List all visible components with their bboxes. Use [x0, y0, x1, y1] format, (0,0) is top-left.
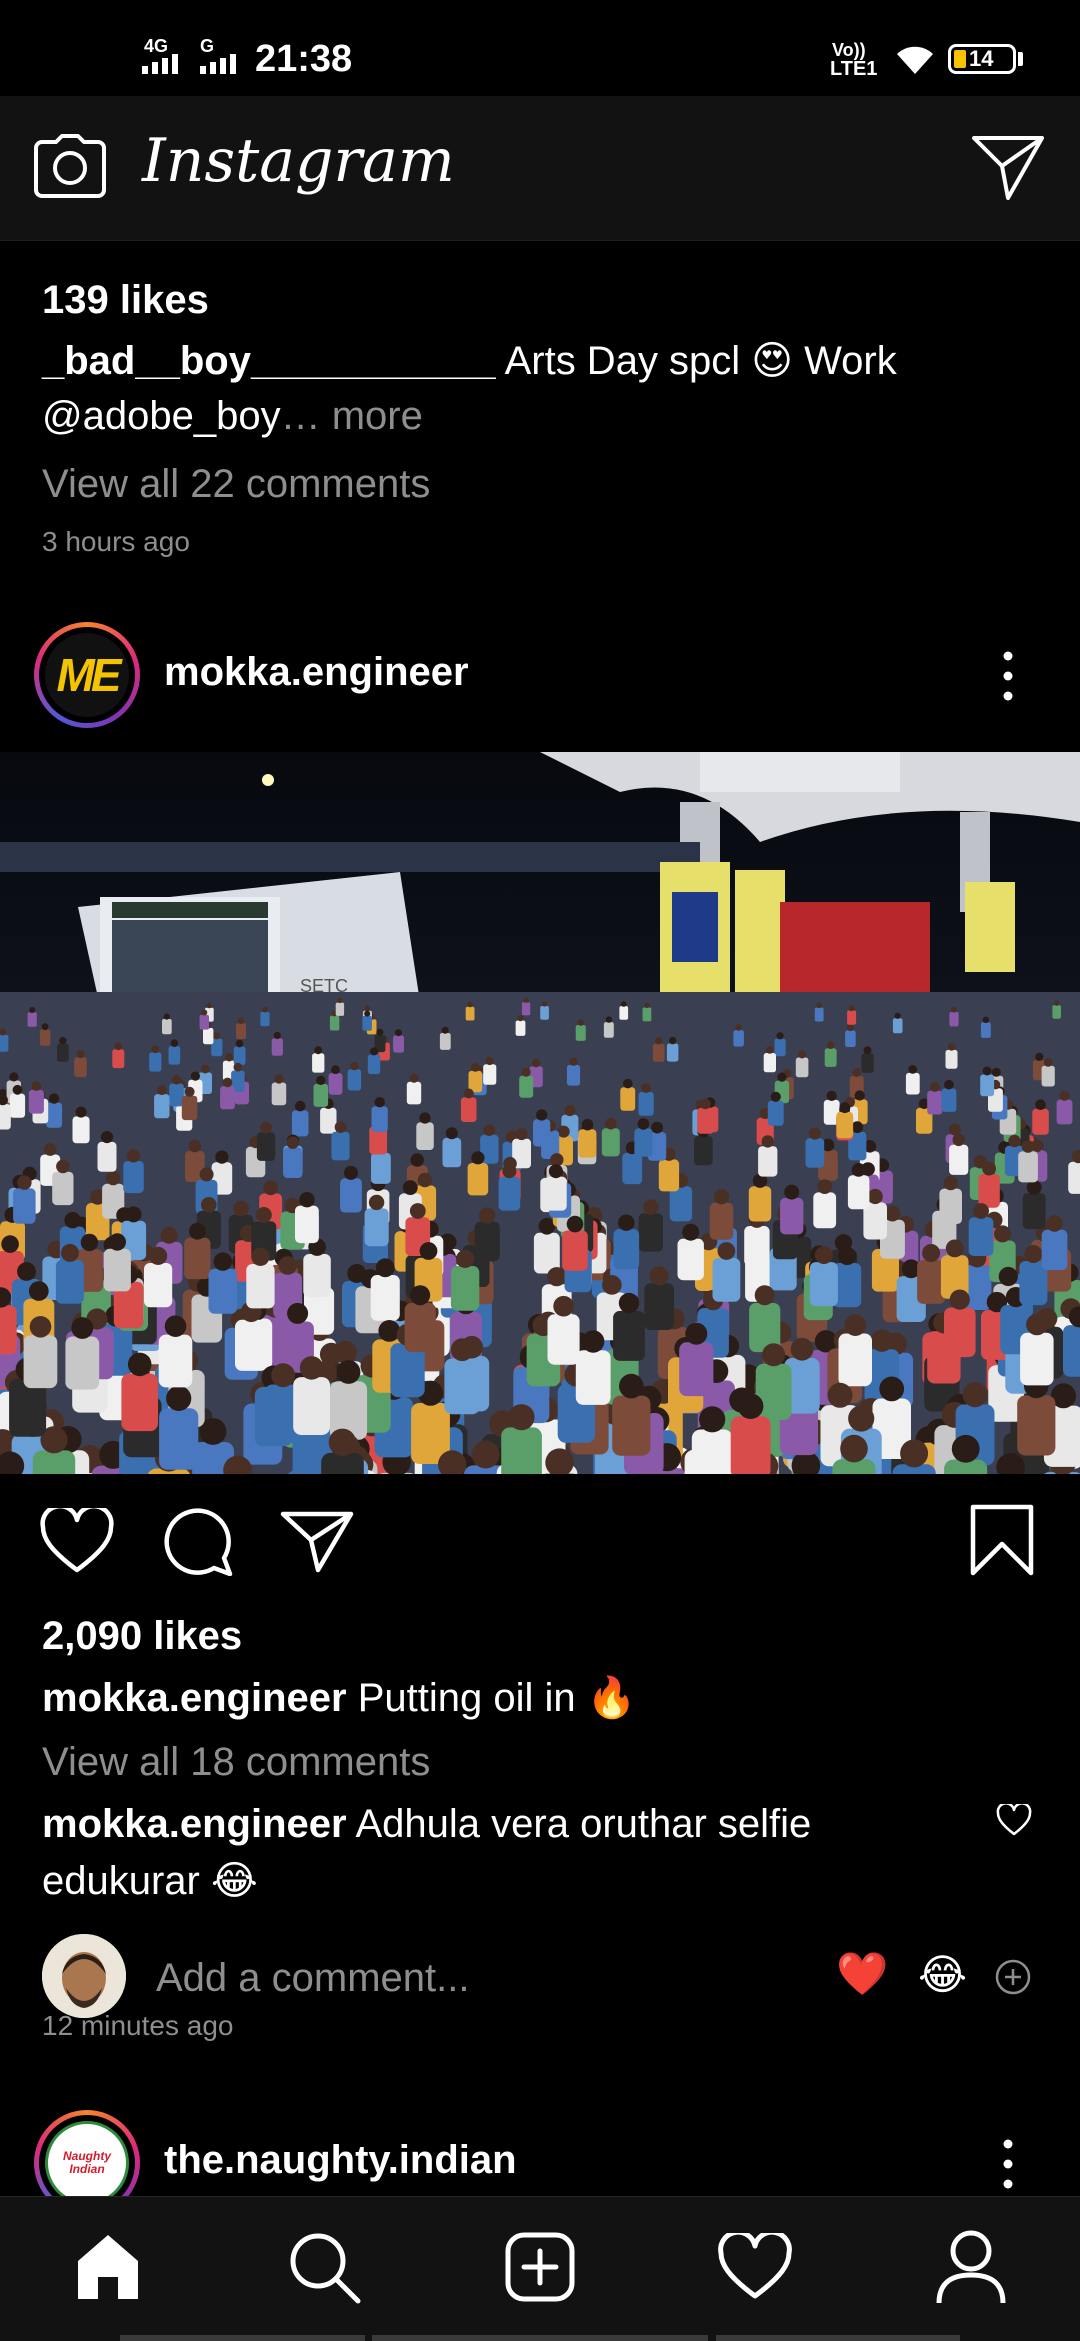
quick-react-heart[interactable]: ❤️	[836, 1950, 888, 1999]
app-title: Instagram	[142, 126, 455, 196]
profile-icon	[934, 2229, 1008, 2305]
wifi-icon	[895, 44, 935, 76]
add-post-icon	[504, 2231, 576, 2303]
post-options-button[interactable]	[996, 648, 1020, 704]
more-reactions-button[interactable]	[994, 1958, 1032, 1996]
save-button[interactable]	[970, 1504, 1034, 1576]
next-post-avatar-logo: Naughty Indian	[62, 2150, 112, 2176]
post-avatar[interactable]: ME	[34, 622, 140, 728]
gesture-bar-segment-3	[716, 2335, 960, 2341]
plus-circle-icon	[994, 1958, 1032, 1996]
prev-post-caption-text: Arts Day spcl 😍 Work	[496, 339, 897, 383]
comment-like-button[interactable]	[996, 1804, 1032, 1836]
nav-profile[interactable]	[934, 2229, 1008, 2305]
next-post-username[interactable]: the.naughty.indian	[164, 2138, 517, 2183]
more-vertical-icon	[996, 648, 1020, 704]
post-caption: mokka.engineer Putting oil in 🔥	[42, 1674, 637, 1721]
gesture-bar-segment-1	[120, 2335, 365, 2341]
prev-post-mention[interactable]: @adobe_boy	[42, 394, 281, 438]
prev-post-more-link[interactable]: … more	[281, 394, 423, 438]
prev-post-username[interactable]: _bad__boy___________	[42, 339, 496, 383]
heart-icon	[40, 1508, 114, 1574]
paper-plane-icon	[970, 132, 1046, 202]
signal-icon-2	[200, 54, 248, 74]
bookmark-icon	[970, 1504, 1034, 1576]
comment-bubble-icon	[162, 1506, 234, 1576]
signal-icon	[142, 54, 190, 74]
battery-icon: 14	[948, 44, 1016, 74]
clock: 21:38	[255, 38, 352, 81]
current-user-avatar	[42, 1934, 126, 2018]
home-icon	[72, 2231, 144, 2303]
nav-home[interactable]	[72, 2231, 144, 2303]
post-avatar-logo: ME	[57, 648, 118, 702]
caption-text: Putting oil in 🔥	[347, 1676, 637, 1720]
status-bar: 4G G 21:38 Vo)) LTE1 14	[0, 0, 1080, 96]
comment-username[interactable]: mokka.engineer	[42, 1802, 347, 1846]
prev-post-likes[interactable]: 139 likes	[42, 278, 209, 323]
paper-plane-icon	[280, 1508, 354, 1574]
prev-post-timestamp: 3 hours ago	[42, 526, 190, 558]
share-button[interactable]	[280, 1508, 354, 1574]
comment-text: Adhula vera oruthar selfie	[347, 1802, 812, 1846]
direct-messages-button[interactable]	[970, 132, 1046, 202]
camera-button[interactable]	[34, 134, 106, 198]
nav-create[interactable]	[504, 2231, 576, 2303]
crowd-photo: SETC	[0, 752, 1080, 1474]
prev-post-caption-line2: @adobe_boy… more	[42, 394, 423, 439]
quick-react-laugh[interactable]: 😂	[918, 1950, 967, 1999]
battery-level: 14	[969, 46, 993, 72]
prev-post-view-comments[interactable]: View all 22 comments	[42, 462, 430, 507]
post-timestamp: 12 minutes ago	[42, 2010, 233, 2042]
nav-search[interactable]	[288, 2231, 362, 2305]
add-comment-input[interactable]: Add a comment...	[156, 1956, 469, 2001]
post-likes[interactable]: 2,090 likes	[42, 1614, 242, 1659]
more-vertical-icon	[996, 2136, 1020, 2192]
post-view-comments[interactable]: View all 18 comments	[42, 1740, 430, 1785]
camera-icon	[34, 134, 106, 198]
heart-small-icon	[996, 1804, 1032, 1836]
gesture-bar-segment-2	[372, 2335, 708, 2341]
next-post-options-button[interactable]	[996, 2136, 1020, 2192]
post-comment: mokka.engineer Adhula vera oruthar selfi…	[42, 1802, 811, 1847]
search-icon	[288, 2231, 362, 2305]
post-username[interactable]: mokka.engineer	[164, 650, 469, 695]
activity-heart-icon	[718, 2233, 792, 2301]
prev-post-caption: _bad__boy___________ Arts Day spcl 😍 Wor…	[42, 338, 897, 384]
like-button[interactable]	[40, 1508, 114, 1574]
top-app-bar: Instagram	[0, 96, 1080, 241]
comment-button[interactable]	[162, 1506, 234, 1576]
nav-activity[interactable]	[718, 2233, 792, 2301]
bottom-navigation	[0, 2196, 1080, 2341]
caption-username[interactable]: mokka.engineer	[42, 1676, 347, 1720]
post-comment-line2: edukurar 😂	[42, 1858, 258, 1904]
lte-label: LTE1	[830, 58, 877, 81]
post-image[interactable]: SETC	[0, 752, 1080, 1474]
